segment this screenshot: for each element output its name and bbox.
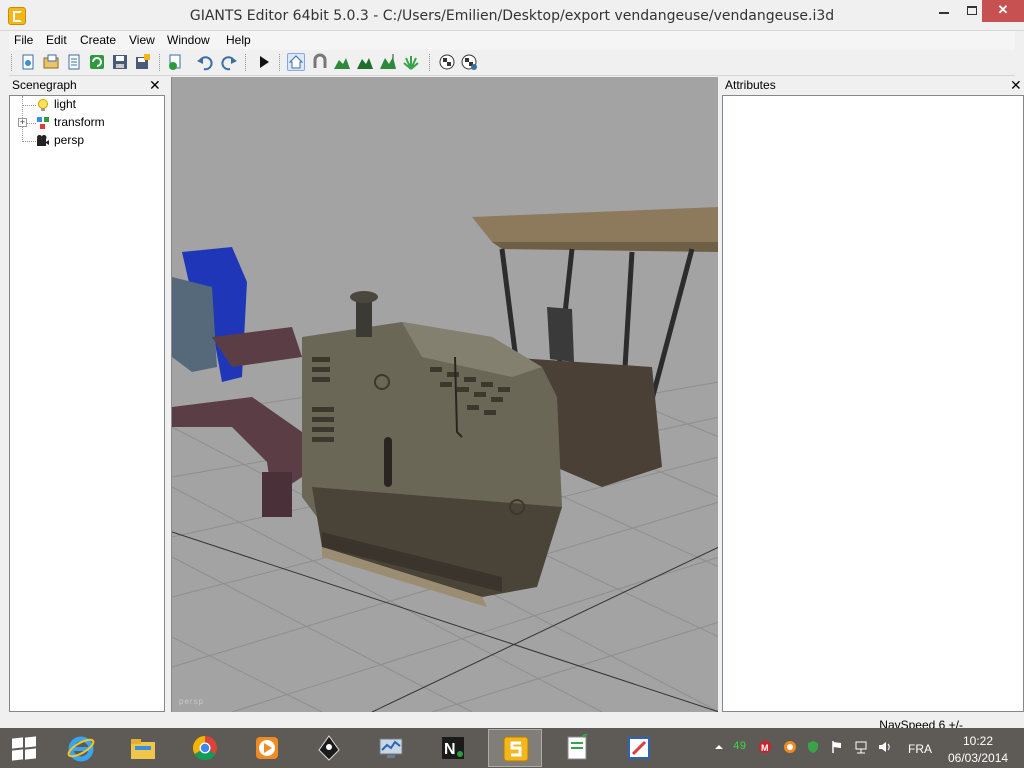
tray-counter: 49 xyxy=(733,741,747,753)
minimize-button[interactable] xyxy=(930,0,958,22)
magnet-icon[interactable] xyxy=(311,53,329,71)
antivirus-icon[interactable]: M xyxy=(758,740,772,754)
svg-text:M: M xyxy=(761,743,769,753)
start-button[interactable] xyxy=(12,736,36,761)
tree-item-persp[interactable]: persp xyxy=(10,132,160,150)
network-icon[interactable] xyxy=(854,740,868,754)
clock-date[interactable]: 06/03/2014 xyxy=(948,751,1008,765)
foliage-icon[interactable] xyxy=(402,53,420,71)
toolbar xyxy=(9,50,1015,76)
redo-icon[interactable] xyxy=(220,53,238,71)
menu-view[interactable]: View xyxy=(129,33,155,47)
text-editor-icon[interactable] xyxy=(550,729,604,767)
scenegraph-title: Scenegraph xyxy=(12,78,77,92)
terrain-paint-icon[interactable] xyxy=(356,53,374,71)
maximize-icon xyxy=(967,6,977,15)
giants-editor-icon[interactable] xyxy=(488,729,542,767)
scenegraph-header: Scenegraph ✕ xyxy=(9,77,165,94)
tree-label: light xyxy=(54,97,77,111)
terrain-icon[interactable] xyxy=(333,53,351,71)
open-file-icon[interactable] xyxy=(42,53,60,71)
tree-item-transform[interactable]: + transform xyxy=(10,114,160,132)
notepad-plus-icon[interactable]: N xyxy=(426,729,480,767)
transform-group-icon xyxy=(37,117,49,129)
paint-icon[interactable] xyxy=(612,729,666,767)
window-title: GIANTS Editor 64bit 5.0.3 - C:/Users/Emi… xyxy=(189,8,835,24)
3d-viewport[interactable]: persp xyxy=(171,77,718,712)
tree-item-light[interactable]: light xyxy=(10,96,160,114)
save-all-icon[interactable] xyxy=(134,53,152,71)
close-icon: ✕ xyxy=(997,2,1009,17)
title-bar: GIANTS Editor 64bit 5.0.3 - C:/Users/Emi… xyxy=(0,0,1024,31)
system-monitor-icon[interactable] xyxy=(364,729,418,767)
volume-icon[interactable] xyxy=(878,740,892,754)
menu-create[interactable]: Create xyxy=(80,33,116,47)
menu-window[interactable]: Window xyxy=(167,33,210,47)
scenegraph-tree: light + transform persp xyxy=(9,95,165,712)
inkscape-icon[interactable] xyxy=(302,729,356,767)
attributes-close-icon[interactable]: ✕ xyxy=(1010,77,1022,93)
list-icon[interactable] xyxy=(65,53,83,71)
viewport-scene: persp xyxy=(172,207,718,712)
action-center-flag-icon[interactable] xyxy=(830,740,844,754)
menu-file[interactable]: File xyxy=(14,33,33,47)
security-shield-icon[interactable] xyxy=(806,740,820,754)
refresh-icon[interactable] xyxy=(88,53,106,71)
attributes-header: Attributes ✕ xyxy=(722,77,1024,94)
taskbar: N 49 M FRA 10:22 06/03/2014 xyxy=(0,728,1024,768)
home-icon[interactable] xyxy=(287,53,305,71)
attributes-title: Attributes xyxy=(725,78,776,92)
clock-time[interactable]: 10:22 xyxy=(963,734,993,748)
update-icon[interactable] xyxy=(783,740,797,754)
light-bulb-icon xyxy=(38,99,48,111)
checker-settings-icon[interactable] xyxy=(460,53,478,71)
file-explorer-icon[interactable] xyxy=(116,729,170,767)
expand-icon[interactable]: + xyxy=(18,118,27,127)
scenegraph-close-icon[interactable]: ✕ xyxy=(149,77,161,93)
menu-help[interactable]: Help xyxy=(226,33,251,47)
chrome-icon[interactable] xyxy=(178,729,232,767)
undo-icon[interactable] xyxy=(196,53,214,71)
input-language[interactable]: FRA xyxy=(908,742,932,756)
close-button[interactable]: ✕ xyxy=(982,0,1024,22)
svg-text:N: N xyxy=(444,741,456,758)
show-hidden-icons-icon[interactable] xyxy=(712,740,726,754)
play-icon[interactable] xyxy=(255,53,273,71)
tree-label: persp xyxy=(54,133,85,147)
save-icon[interactable] xyxy=(111,53,129,71)
minimize-icon xyxy=(939,12,949,14)
menu-edit[interactable]: Edit xyxy=(46,33,67,47)
terrain-height-icon[interactable] xyxy=(379,53,397,71)
menu-bar: File Edit Create View Window Help xyxy=(9,31,1015,50)
new-file-icon[interactable] xyxy=(19,53,37,71)
camera-icon xyxy=(37,135,49,146)
attributes-panel xyxy=(722,95,1024,712)
tree-label: transform xyxy=(54,115,105,129)
media-player-icon[interactable] xyxy=(240,729,294,767)
viewport-camera-label: persp xyxy=(179,697,204,706)
checker-icon[interactable] xyxy=(438,53,456,71)
internet-explorer-icon[interactable] xyxy=(54,729,108,767)
import-icon[interactable] xyxy=(166,53,184,71)
